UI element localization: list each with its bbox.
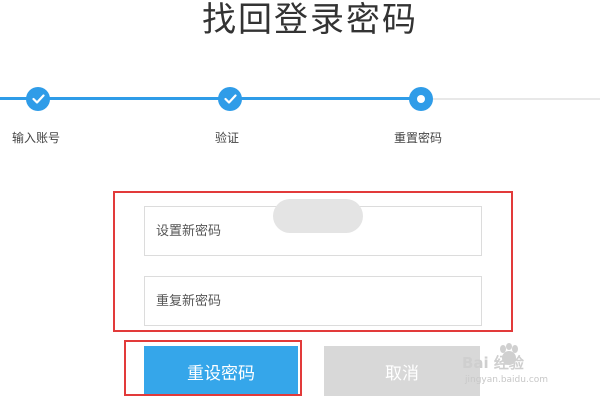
cancel-button[interactable]: 取消 (324, 346, 480, 396)
check-icon (31, 94, 45, 104)
progress-line-remaining (433, 98, 600, 100)
annotation-box-fields (113, 191, 513, 332)
step-2-indicator (218, 87, 242, 111)
step-3-indicator (409, 87, 433, 111)
progress-line-completed (0, 97, 421, 100)
step-2-label: 验证 (215, 131, 240, 145)
check-icon (223, 94, 237, 104)
step-3-label: 重置密码 (394, 131, 443, 145)
paw-icon (500, 343, 518, 365)
annotation-box-button (124, 340, 302, 396)
page-title: 找回登录密码 (202, 0, 418, 40)
step-1-indicator (26, 87, 50, 111)
step-1-label: 输入账号 (12, 131, 61, 145)
watermark-url: jingyan.baidu.com (465, 375, 549, 385)
